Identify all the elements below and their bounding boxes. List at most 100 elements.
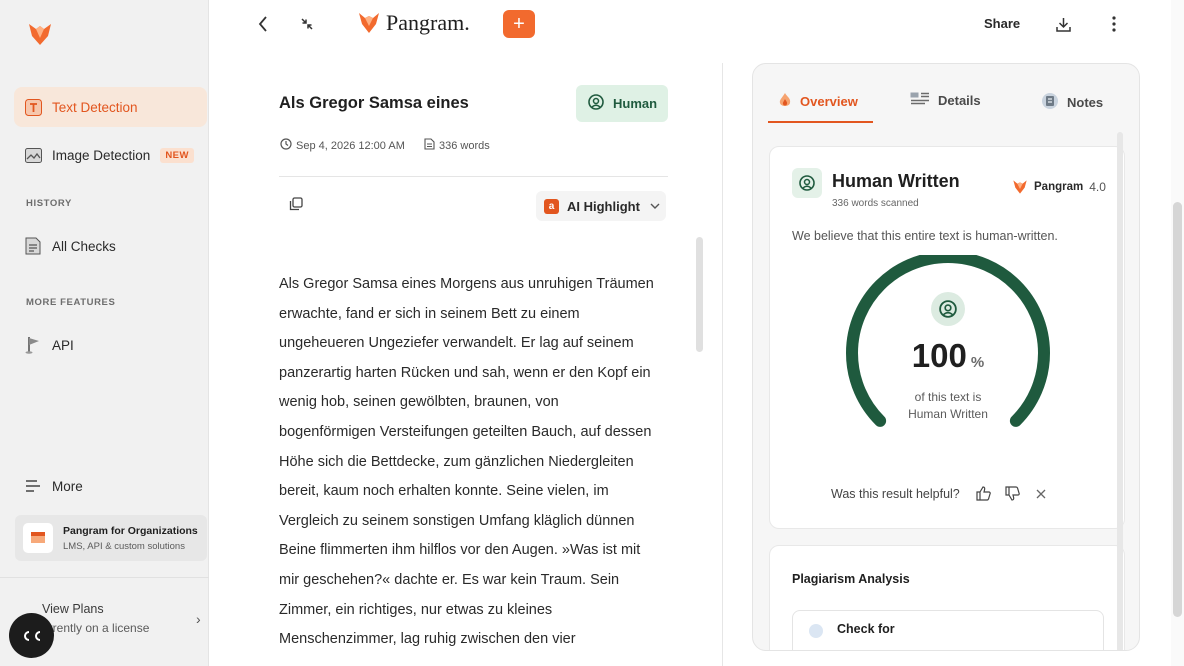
human-icon bbox=[792, 168, 822, 198]
new-badge: NEW bbox=[160, 147, 194, 163]
highlight-mode-select[interactable]: a AI Highlight bbox=[536, 191, 666, 221]
column-divider bbox=[722, 63, 723, 666]
plagiarism-check-label: Check for bbox=[837, 622, 895, 636]
more-features-heading: MORE FEATURES bbox=[26, 297, 116, 308]
sidebar-item-text-detection[interactable]: Text Detection bbox=[14, 87, 207, 127]
chevron-right-icon: › bbox=[196, 611, 201, 627]
active-tab-indicator bbox=[768, 121, 873, 123]
sidebar-item-label: API bbox=[52, 337, 74, 353]
score-caption-line2: Human Written bbox=[908, 407, 988, 421]
sidebar-item-image-detection[interactable]: Image Detection NEW bbox=[14, 135, 207, 175]
close-icon[interactable] bbox=[1036, 489, 1046, 499]
tab-label: Notes bbox=[1067, 95, 1104, 110]
sidebar-item-all-checks[interactable]: All Checks bbox=[14, 226, 207, 266]
brand[interactable]: Pangram. bbox=[358, 10, 470, 36]
tab-overview[interactable]: Overview bbox=[778, 92, 858, 111]
human-icon bbox=[588, 94, 604, 113]
download-icon[interactable] bbox=[1054, 14, 1072, 34]
back-icon[interactable] bbox=[254, 14, 272, 34]
human-icon bbox=[931, 292, 965, 326]
tab-label: Overview bbox=[800, 94, 858, 109]
document-line: Menschenzimmer, lag ruhig zwischen den v… bbox=[279, 631, 576, 648]
org-card-subtitle: LMS, API & custom solutions bbox=[63, 540, 185, 552]
result-card: Human Written 336 words scanned Pangram … bbox=[769, 146, 1125, 529]
document-title: Als Gregor Samsa eines bbox=[279, 94, 469, 112]
document-scrollbar[interactable] bbox=[696, 237, 703, 352]
score-caption-line1: of this text is bbox=[914, 390, 982, 404]
tab-label: Details bbox=[938, 93, 981, 108]
score-value: 100% bbox=[840, 337, 1056, 375]
view-plans-subtitle: urrently on a license bbox=[42, 621, 150, 635]
copy-icon[interactable] bbox=[289, 197, 303, 216]
panel-scrollbar[interactable] bbox=[1117, 132, 1123, 650]
result-subtitle: 336 words scanned bbox=[832, 198, 919, 209]
details-icon bbox=[910, 92, 930, 109]
sidebar-item-label: All Checks bbox=[52, 238, 116, 254]
model-brand: Pangram bbox=[1034, 181, 1084, 193]
tab-notes[interactable]: Notes bbox=[1041, 92, 1103, 113]
score-number: 100 bbox=[911, 337, 967, 374]
clock-icon bbox=[280, 138, 292, 153]
document-line: Zimmer, ein richtiges, nur etwas zu klei… bbox=[279, 601, 553, 618]
plagiarism-title: Plagiarism Analysis bbox=[792, 572, 910, 586]
org-card[interactable]: Pangram for Organizations LMS, API & cus… bbox=[15, 515, 207, 561]
document-line: erwachte, fand er sich in seinem Bett zu… bbox=[279, 305, 580, 322]
model-version: Pangram 4.0 bbox=[1012, 179, 1106, 195]
document-line: Vergleich zu seinem sonstigen Umfang klä… bbox=[279, 512, 635, 529]
document-date-text: Sep 4, 2026 12:00 AM bbox=[296, 139, 405, 152]
plagiarism-check-button[interactable]: Check for bbox=[792, 610, 1104, 650]
document-line: panzerartig harten Rücken und sah, wenn … bbox=[279, 364, 651, 381]
status-badge: Human bbox=[576, 85, 668, 122]
text-detection-icon bbox=[24, 98, 42, 116]
file-icon bbox=[424, 138, 435, 153]
cookie-consent-button[interactable] bbox=[9, 613, 54, 658]
new-check-button[interactable]: + bbox=[503, 10, 535, 38]
document-line: ungeheueren Ungeziefer verwandelt. Er la… bbox=[279, 335, 634, 352]
status-label: Human bbox=[613, 96, 658, 111]
share-button[interactable]: Share bbox=[984, 16, 1020, 31]
document-date: Sep 4, 2026 12:00 AM bbox=[280, 138, 405, 153]
results-tabs: Overview Details Notes bbox=[753, 64, 1139, 124]
thumbs-down-icon[interactable] bbox=[1005, 486, 1020, 501]
feedback-row: Was this result helpful? bbox=[831, 486, 1046, 501]
result-description: We believe that this entire text is huma… bbox=[792, 229, 1058, 243]
document-line: mir geschehen?« dachte er. Es war kein T… bbox=[279, 571, 620, 588]
ai-highlight-icon: a bbox=[544, 198, 559, 214]
document-body: Als Gregor Samsa eines Morgens aus unruh… bbox=[279, 270, 674, 655]
result-title: Human Written bbox=[832, 171, 960, 191]
cc-icon bbox=[23, 630, 40, 641]
view-plans-title: View Plans bbox=[42, 602, 104, 616]
brand-name: Pangram. bbox=[386, 10, 470, 35]
flag-icon bbox=[24, 336, 42, 354]
results-panel: Overview Details Notes Human Written 336… bbox=[752, 63, 1140, 651]
plagiarism-card: Plagiarism Analysis Check for bbox=[769, 545, 1125, 650]
sidebar: Text Detection Image Detection NEW HISTO… bbox=[0, 0, 209, 666]
sidebar-item-label: Image Detection bbox=[52, 147, 151, 163]
search-icon bbox=[809, 624, 823, 638]
document-line: Als Gregor Samsa eines Morgens aus unruh… bbox=[279, 276, 654, 292]
pangram-logo-icon[interactable] bbox=[26, 20, 54, 48]
document-line: Beine flimmerten ihm hilflos vor den Aug… bbox=[279, 542, 641, 559]
collapse-icon[interactable] bbox=[298, 14, 316, 34]
page-scrollbar[interactable] bbox=[1173, 202, 1182, 617]
divider bbox=[279, 176, 668, 177]
more-options-icon[interactable] bbox=[1106, 14, 1122, 34]
human-score-gauge: 100% of this text is Human Written bbox=[840, 251, 1056, 455]
organization-icon bbox=[23, 523, 53, 553]
pangram-brand-icon bbox=[359, 13, 379, 33]
chevron-down-icon bbox=[650, 200, 660, 212]
sidebar-item-api[interactable]: API bbox=[14, 325, 207, 365]
model-version-number: 4.0 bbox=[1089, 180, 1106, 194]
menu-icon bbox=[24, 477, 42, 495]
document-word-count-text: 336 words bbox=[439, 139, 490, 152]
highlight-mode-label: AI Highlight bbox=[567, 198, 640, 214]
sidebar-item-label: Text Detection bbox=[52, 99, 138, 115]
tab-details[interactable]: Details bbox=[910, 92, 981, 109]
document-line: Höhe sich die Bettdecke, zum gänzlichen … bbox=[279, 453, 634, 470]
thumbs-up-icon[interactable] bbox=[976, 486, 991, 501]
sidebar-item-more[interactable]: More bbox=[14, 466, 207, 506]
document-line: bogenförmigen Versteifungen geteilten Ba… bbox=[279, 423, 652, 440]
feedback-prompt: Was this result helpful? bbox=[831, 486, 960, 501]
document-icon bbox=[24, 237, 42, 255]
notes-icon bbox=[1041, 92, 1059, 113]
